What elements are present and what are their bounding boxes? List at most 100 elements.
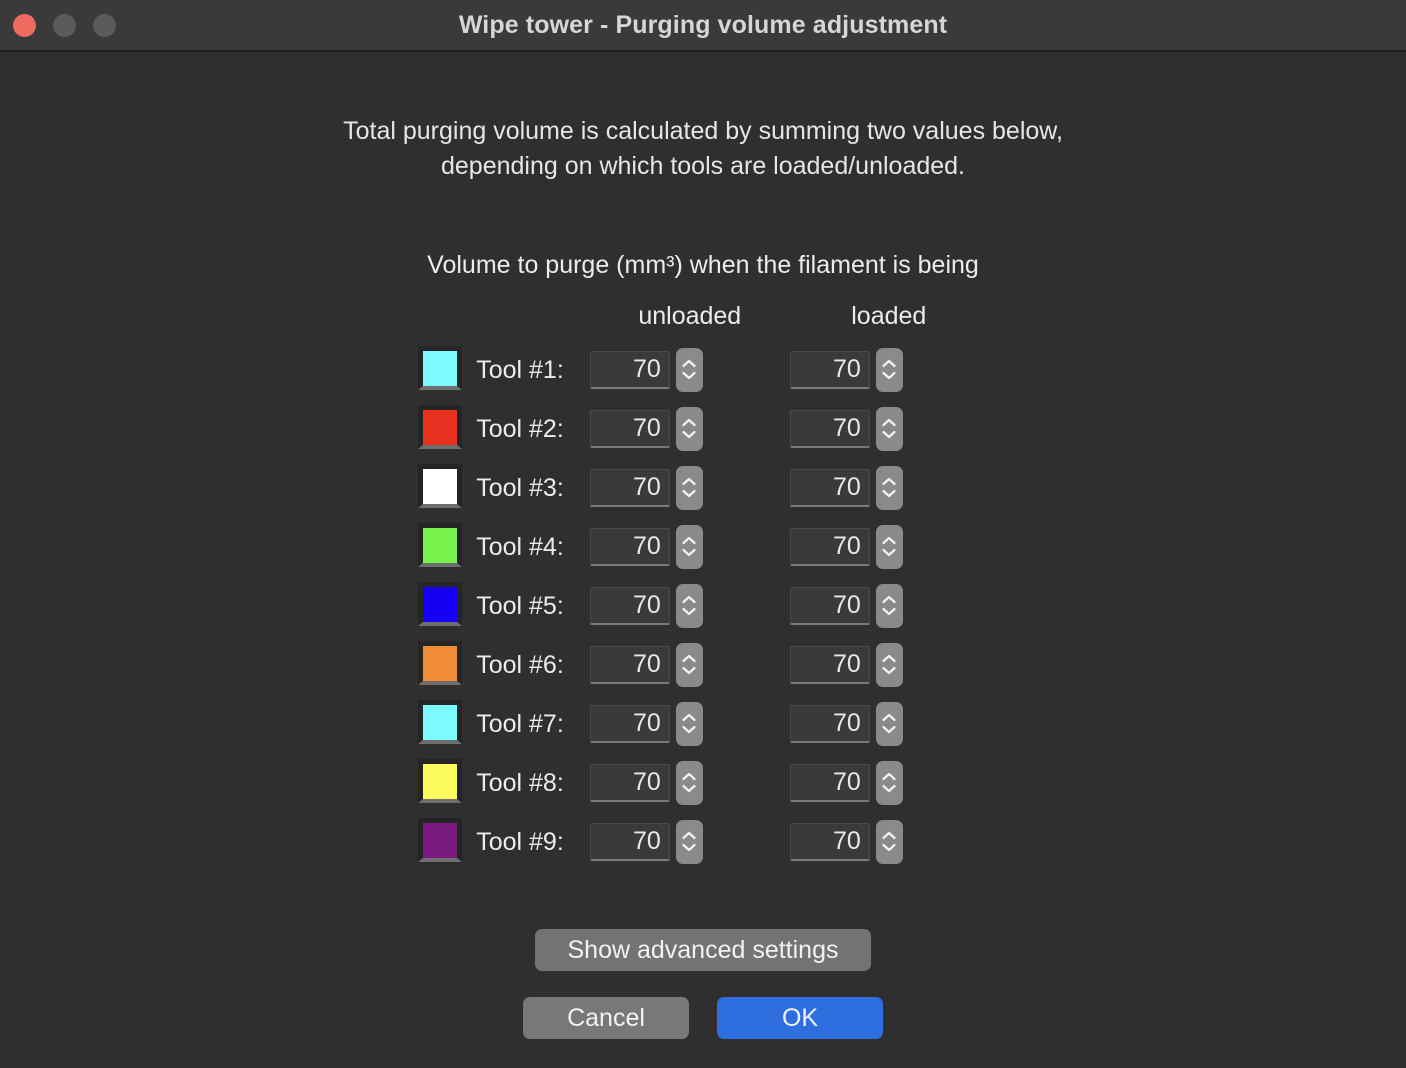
stepper-up-button[interactable] xyxy=(682,595,696,604)
tool-color-swatch[interactable] xyxy=(418,700,463,744)
tool-loaded-stepper[interactable] xyxy=(875,642,903,687)
tool-color-swatch[interactable] xyxy=(418,464,463,508)
tool-unloaded-stepper[interactable] xyxy=(675,760,703,805)
stepper-up-button[interactable] xyxy=(682,477,696,486)
stepper-up-button[interactable] xyxy=(682,772,696,781)
table-body: Tool #1: Tool #2: xyxy=(418,341,988,872)
tool-loaded-stepper[interactable] xyxy=(875,406,903,451)
stepper-up-button[interactable] xyxy=(882,831,896,840)
tool-label: Tool #9: xyxy=(476,828,564,856)
stepper-down-button[interactable] xyxy=(882,489,896,498)
tool-unloaded-stepper[interactable] xyxy=(675,701,703,746)
tool-color-swatch[interactable] xyxy=(418,523,463,567)
stepper-down-button[interactable] xyxy=(882,666,896,675)
tool-color-swatch[interactable] xyxy=(418,818,463,862)
chevron-down-icon xyxy=(882,784,896,793)
stepper-down-button[interactable] xyxy=(882,784,896,793)
stepper-down-button[interactable] xyxy=(682,607,696,616)
tool-color-swatch[interactable] xyxy=(418,759,463,803)
tool-loaded-input[interactable] xyxy=(789,350,870,389)
chevron-up-icon xyxy=(882,595,896,604)
stepper-up-button[interactable] xyxy=(882,477,896,486)
stepper-down-button[interactable] xyxy=(682,430,696,439)
stepper-up-button[interactable] xyxy=(682,359,696,368)
tool-color-cell xyxy=(418,813,476,872)
tool-loaded-input[interactable] xyxy=(789,468,870,507)
stepper-down-button[interactable] xyxy=(882,430,896,439)
tool-unloaded-stepper[interactable] xyxy=(675,524,703,569)
stepper-down-button[interactable] xyxy=(882,607,896,616)
stepper-down-button[interactable] xyxy=(882,843,896,852)
tool-unloaded-stepper[interactable] xyxy=(675,347,703,392)
tool-unloaded-stepper[interactable] xyxy=(675,583,703,628)
tool-loaded-stepper[interactable] xyxy=(875,760,903,805)
stepper-down-button[interactable] xyxy=(682,725,696,734)
stepper-up-button[interactable] xyxy=(882,536,896,545)
tool-loaded-stepper[interactable] xyxy=(875,465,903,510)
tool-unloaded-input[interactable] xyxy=(589,409,670,448)
stepper-up-button[interactable] xyxy=(682,536,696,545)
stepper-up-button[interactable] xyxy=(882,359,896,368)
tool-loaded-stepper[interactable] xyxy=(875,347,903,392)
tool-color-swatch[interactable] xyxy=(418,641,463,685)
chevron-down-icon xyxy=(682,371,696,380)
stepper-down-button[interactable] xyxy=(682,666,696,675)
tool-loaded-input[interactable] xyxy=(789,586,870,625)
tool-unloaded-input[interactable] xyxy=(589,468,670,507)
stepper-up-button[interactable] xyxy=(682,654,696,663)
stepper-up-button[interactable] xyxy=(882,595,896,604)
tool-color-swatch[interactable] xyxy=(418,405,463,449)
tool-unloaded-input[interactable] xyxy=(589,822,670,861)
tool-unloaded-stepper[interactable] xyxy=(675,819,703,864)
stepper-down-button[interactable] xyxy=(882,548,896,557)
tool-loaded-stepper[interactable] xyxy=(875,819,903,864)
ok-button[interactable]: OK xyxy=(717,997,883,1039)
tool-loaded-input[interactable] xyxy=(789,527,870,566)
tool-unloaded-spinner xyxy=(589,347,790,392)
tool-loaded-stepper[interactable] xyxy=(875,524,903,569)
stepper-down-button[interactable] xyxy=(882,371,896,380)
stepper-up-button[interactable] xyxy=(882,713,896,722)
tool-loaded-spinner xyxy=(789,642,988,687)
tool-label: Tool #7: xyxy=(476,710,564,738)
tool-unloaded-input[interactable] xyxy=(589,586,670,625)
stepper-up-button[interactable] xyxy=(882,654,896,663)
show-advanced-settings-button[interactable]: Show advanced settings xyxy=(535,929,871,971)
tool-unloaded-stepper[interactable] xyxy=(675,465,703,510)
stepper-up-button[interactable] xyxy=(882,772,896,781)
intro-text: Total purging volume is calculated by su… xyxy=(0,52,1406,184)
stepper-down-button[interactable] xyxy=(682,489,696,498)
tool-loaded-input[interactable] xyxy=(789,763,870,802)
stepper-down-button[interactable] xyxy=(682,843,696,852)
tool-unloaded-input[interactable] xyxy=(589,763,670,802)
tool-loaded-input[interactable] xyxy=(789,645,870,684)
stepper-down-button[interactable] xyxy=(682,548,696,557)
stepper-down-button[interactable] xyxy=(682,371,696,380)
chevron-down-icon xyxy=(682,607,696,616)
stepper-up-button[interactable] xyxy=(882,418,896,427)
tool-unloaded-input[interactable] xyxy=(589,350,670,389)
tool-unloaded-stepper[interactable] xyxy=(675,642,703,687)
tool-loaded-input[interactable] xyxy=(789,704,870,743)
stepper-up-button[interactable] xyxy=(682,831,696,840)
tool-loaded-stepper[interactable] xyxy=(875,701,903,746)
tool-loaded-stepper[interactable] xyxy=(875,583,903,628)
stepper-up-button[interactable] xyxy=(682,418,696,427)
minimize-window-button[interactable] xyxy=(53,13,76,37)
tool-label: Tool #1: xyxy=(476,356,564,384)
tool-unloaded-input[interactable] xyxy=(589,704,670,743)
tool-loaded-input[interactable] xyxy=(789,822,870,861)
tool-loaded-input[interactable] xyxy=(789,409,870,448)
chevron-down-icon xyxy=(682,666,696,675)
cancel-button[interactable]: Cancel xyxy=(523,997,689,1039)
tool-unloaded-input[interactable] xyxy=(589,527,670,566)
tool-unloaded-input[interactable] xyxy=(589,645,670,684)
stepper-down-button[interactable] xyxy=(682,784,696,793)
tool-color-swatch[interactable] xyxy=(418,582,463,626)
zoom-window-button[interactable] xyxy=(93,13,116,37)
tool-color-swatch[interactable] xyxy=(418,346,463,390)
tool-unloaded-stepper[interactable] xyxy=(675,406,703,451)
stepper-up-button[interactable] xyxy=(682,713,696,722)
close-window-button[interactable] xyxy=(13,13,36,37)
stepper-down-button[interactable] xyxy=(882,725,896,734)
